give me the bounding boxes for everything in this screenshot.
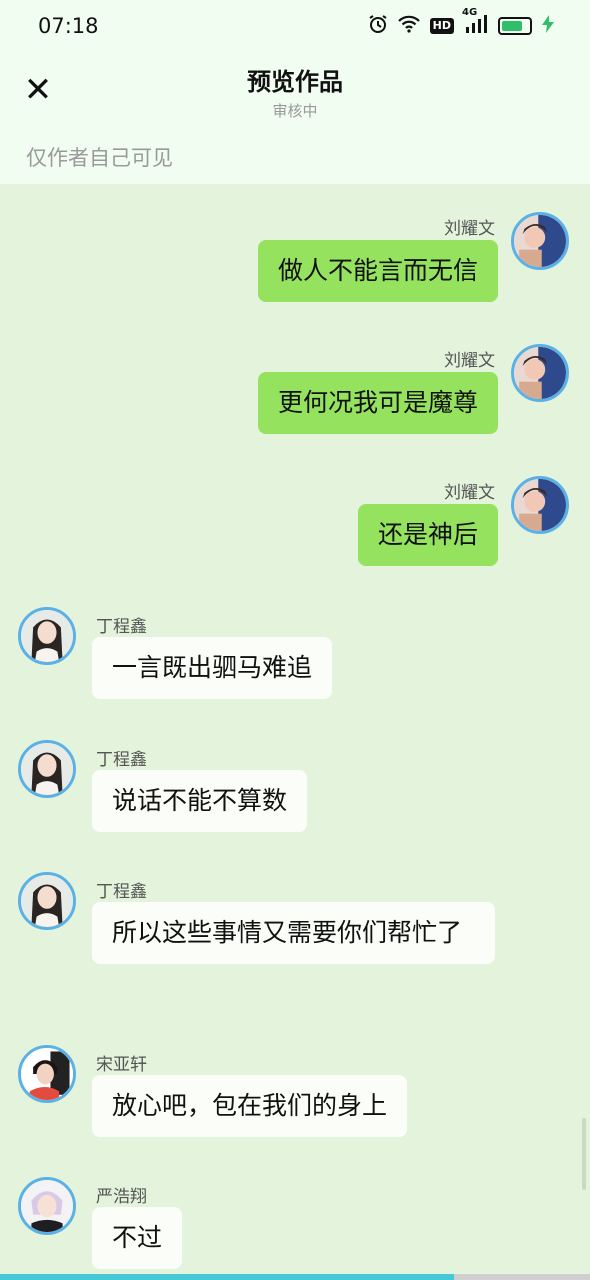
message-bubble[interactable]: 所以这些事情又需要你们帮忙了 — [92, 902, 495, 964]
message-bubble[interactable]: 更何况我可是魔尊 — [257, 372, 498, 434]
status-time: 07:18 — [38, 14, 99, 38]
hd-badge: HD — [429, 18, 454, 34]
scrollbar[interactable] — [582, 1118, 586, 1190]
sender-name: 丁程鑫 — [96, 882, 147, 902]
message-bubble[interactable]: 还是神后 — [357, 504, 498, 566]
message-bubble[interactable]: 说话不能不算数 — [92, 770, 308, 832]
sender-name: 宋亚轩 — [96, 1055, 147, 1075]
top-bar: ✕ 预览作品 审核中 — [0, 52, 590, 132]
message-bubble[interactable]: 不过 — [92, 1207, 183, 1269]
avatar[interactable] — [18, 607, 76, 665]
avatar[interactable] — [511, 476, 569, 534]
message-bubble[interactable]: 放心吧，包在我们的身上 — [92, 1075, 408, 1137]
sender-name: 刘耀文 — [444, 351, 495, 371]
avatar[interactable] — [18, 740, 76, 798]
sender-name: 丁程鑫 — [96, 750, 147, 770]
avatar[interactable] — [511, 344, 569, 402]
avatar[interactable] — [18, 1045, 76, 1103]
sender-name: 严浩翔 — [96, 1187, 147, 1207]
review-status: 审核中 — [272, 102, 318, 120]
sender-name: 刘耀文 — [444, 483, 495, 503]
status-icons: HD 4G — [368, 7, 554, 38]
charging-icon — [542, 15, 554, 37]
battery-icon — [498, 17, 532, 35]
message-bubble[interactable]: 做人不能言而无信 — [257, 240, 498, 302]
avatar[interactable] — [18, 872, 76, 930]
sender-name: 丁程鑫 — [96, 617, 147, 637]
bottom-progress-bar — [0, 1274, 590, 1280]
status-bar: 07:18 HD 4G — [0, 0, 590, 52]
signal-icon: 4G — [462, 7, 488, 37]
page-title: 预览作品 — [247, 68, 343, 96]
avatar[interactable] — [511, 212, 569, 270]
visibility-note: 仅作者自己可见 — [26, 146, 173, 170]
avatar[interactable] — [18, 1177, 76, 1235]
message-bubble[interactable]: 一言既出驷马难追 — [92, 637, 333, 699]
visibility-row: 仅作者自己可见 — [0, 132, 590, 184]
wifi-icon — [397, 15, 420, 37]
sender-name: 刘耀文 — [444, 219, 495, 239]
bottom-progress-fill — [0, 1274, 455, 1280]
battery-level — [502, 21, 523, 31]
network-label: 4G — [462, 7, 478, 18]
chat-area[interactable]: 刘耀文 做人不能言而无信 刘耀文 更何况我可是魔尊 刘耀文 还是神后 丁程鑫 一… — [0, 184, 590, 1280]
alarm-icon — [368, 14, 388, 38]
